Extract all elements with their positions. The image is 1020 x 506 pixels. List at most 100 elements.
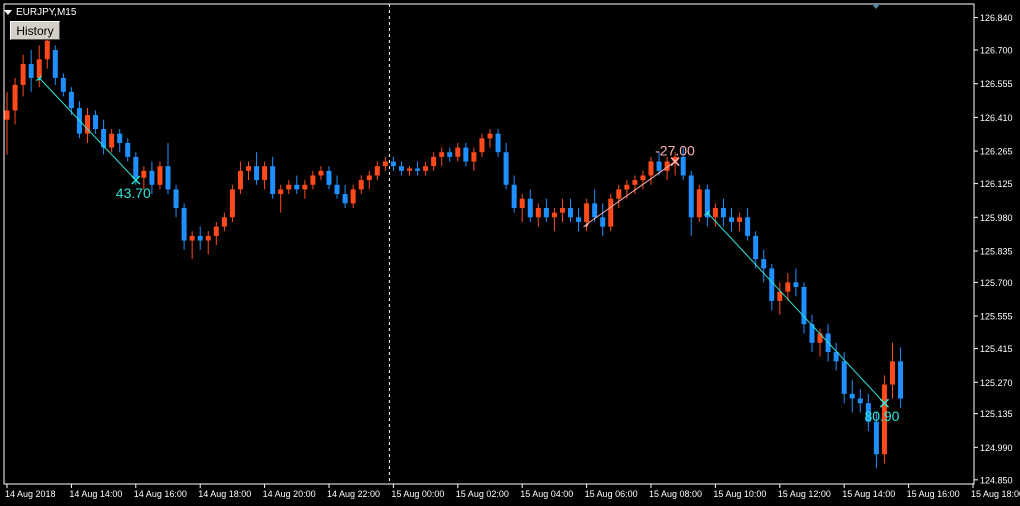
candle-bull	[20, 63, 26, 85]
candle-bear	[149, 170, 155, 185]
candle-bull	[648, 161, 654, 176]
candle-bull	[817, 333, 823, 343]
candle-bear	[294, 184, 300, 190]
trade-profit-label: 43.70	[116, 185, 151, 201]
candle-bull	[246, 166, 251, 171]
price-axis-label: 126.700	[980, 46, 1013, 56]
candle-bear	[680, 156, 686, 176]
candle-bull	[262, 166, 268, 181]
time-axis-label: 14 Aug 20:00	[263, 489, 316, 499]
candle-bear	[857, 398, 863, 404]
trade-profit-label: 80.90	[864, 408, 899, 424]
symbol-title: EURJPY,M15	[16, 6, 77, 18]
candle-bear	[398, 166, 404, 171]
candle-bull	[318, 170, 324, 176]
candle-bull	[487, 133, 493, 139]
candle-bull	[479, 138, 485, 153]
time-axis-label: 14 Aug 2018	[5, 489, 56, 499]
candle-bull	[407, 168, 412, 171]
candle-bear	[729, 217, 734, 222]
candle-bear	[576, 217, 582, 222]
candle-bear	[52, 50, 58, 78]
candle-bull	[423, 166, 429, 171]
candle-bear	[270, 166, 276, 195]
dropdown-triangle-icon[interactable]	[4, 9, 12, 15]
candle-bear	[447, 152, 453, 157]
time-axis-label: 15 Aug 16:00	[907, 489, 960, 499]
candle-bull	[737, 217, 743, 222]
candle-bull	[608, 198, 614, 227]
candle-bull	[519, 198, 525, 209]
candle-bull	[374, 166, 380, 176]
candle-bear	[495, 133, 501, 153]
candle-bear	[117, 133, 123, 143]
candle-bear	[745, 217, 751, 236]
trading-chart-window: 126.840 126.700 126.555 126.410 126.265 126.1…	[0, 0, 1020, 506]
candle-bull	[358, 180, 364, 190]
candle-bear	[133, 156, 139, 178]
history-button[interactable]: History	[10, 21, 60, 40]
candle-bull	[286, 184, 292, 190]
candle-bull	[890, 361, 895, 385]
candle-bear	[173, 189, 179, 209]
candle-bull	[278, 189, 284, 195]
candle-bull	[785, 282, 791, 292]
candle-bear	[793, 282, 799, 287]
candle-bull	[551, 212, 557, 218]
price-axis-label: 125.980	[980, 213, 1013, 223]
candle-bear	[68, 91, 74, 109]
plot-frame	[3, 3, 975, 485]
candle-bull	[157, 166, 163, 185]
candle-bear	[753, 235, 759, 260]
candle-bull	[189, 235, 195, 241]
shift-marker-icon[interactable]	[872, 4, 880, 9]
candle-bear	[873, 421, 879, 455]
candle-bear	[463, 147, 469, 162]
candle-bear	[197, 235, 203, 241]
candle-bear	[568, 208, 573, 218]
candle-bear	[592, 203, 598, 218]
candle-bull	[431, 156, 437, 167]
candle-bear	[93, 115, 99, 130]
price-axis-label: 124.850	[980, 475, 1013, 485]
candle-bear	[761, 259, 767, 269]
candle-bear	[181, 208, 187, 241]
candle-bull	[44, 40, 50, 60]
time-axis-label: 14 Aug 18:00	[198, 489, 251, 499]
candle-bull	[584, 203, 590, 222]
price-axis-label: 125.555	[980, 312, 1013, 322]
trade-line	[706, 212, 885, 404]
time-axis-label: 14 Aug 22:00	[327, 489, 380, 499]
trade-profit-label: -27.00	[655, 143, 695, 159]
time-axis-label: 14 Aug 14:00	[69, 489, 122, 499]
candle-bull	[616, 189, 622, 199]
candle-bull	[302, 184, 308, 190]
candle-bull	[712, 208, 718, 218]
candle-bull	[696, 189, 702, 218]
candle-bull	[36, 59, 42, 78]
price-axis-label: 125.135	[980, 409, 1013, 419]
candle-bear	[656, 161, 662, 171]
time-axis-label: 15 Aug 00:00	[391, 489, 444, 499]
time-axis-label: 15 Aug 06:00	[585, 489, 638, 499]
candle-bear	[165, 166, 171, 190]
candle-bear	[125, 142, 131, 157]
chart-title-bar[interactable]: EURJPY,M15	[4, 4, 76, 20]
trade-line	[586, 161, 676, 225]
price-axis-label: 125.700	[980, 278, 1013, 288]
price-axis-label: 125.835	[980, 246, 1013, 256]
candle-bear	[688, 175, 694, 218]
time-axis-label: 15 Aug 10:00	[713, 489, 766, 499]
candle-bull	[221, 217, 227, 227]
candle-bear	[334, 184, 340, 195]
time-axis-label: 14 Aug 16:00	[134, 489, 187, 499]
time-axis-label: 15 Aug 08:00	[649, 489, 702, 499]
candle-bull	[237, 170, 243, 190]
price-axis-label: 126.555	[980, 79, 1013, 89]
time-axis-label: 15 Aug 04:00	[520, 489, 573, 499]
price-axis-label: 125.415	[980, 344, 1013, 354]
trade-line	[38, 77, 137, 181]
price-chart[interactable]: 126.840 126.700 126.555 126.410 126.265 126.1…	[0, 0, 1020, 506]
candle-bull	[213, 226, 219, 236]
candle-bear	[415, 168, 421, 171]
